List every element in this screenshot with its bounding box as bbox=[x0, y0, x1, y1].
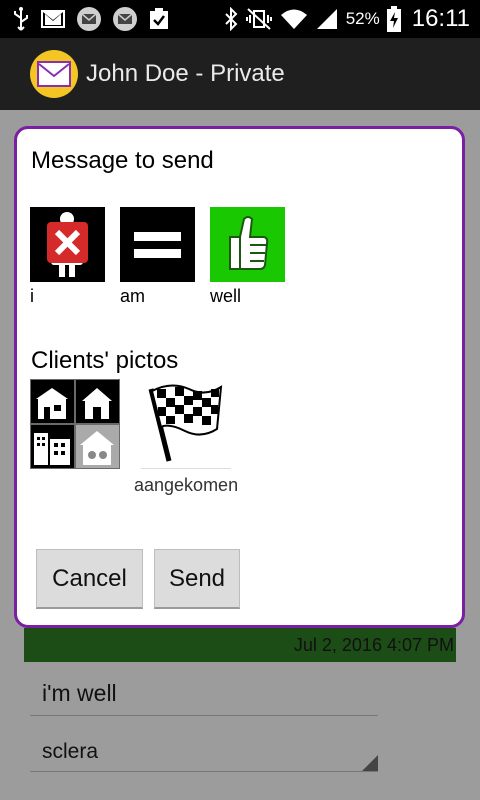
spinner-arrow-icon bbox=[362, 755, 378, 771]
message-date-bar: Jul 2, 2016 4:07 PM bbox=[24, 628, 456, 662]
vibrate-mute-icon bbox=[245, 7, 273, 31]
client-picto[interactable] bbox=[30, 379, 120, 496]
status-bar: 52% 16:11 bbox=[0, 0, 480, 38]
picto-set-spinner[interactable]: sclera bbox=[30, 732, 378, 772]
usb-icon bbox=[12, 6, 30, 32]
cancel-button[interactable]: Cancel bbox=[36, 549, 143, 609]
message-picto[interactable]: am bbox=[120, 207, 195, 307]
clock: 16:11 bbox=[411, 5, 470, 32]
battery-charging-icon bbox=[386, 6, 401, 32]
picto-set-value: sclera bbox=[42, 740, 99, 763]
clipboard-check-icon bbox=[148, 7, 170, 31]
message-date: Jul 2, 2016 4:07 PM bbox=[293, 635, 454, 655]
send-message-dialog: Message to send i am well Clients' picto… bbox=[14, 126, 465, 628]
message-picto[interactable]: well bbox=[210, 207, 285, 307]
envelope-icon[interactable] bbox=[30, 50, 78, 98]
message-text-field[interactable]: i'm well bbox=[30, 670, 378, 716]
battery-percent: 52% bbox=[345, 9, 380, 28]
dialog-button-row: Cancel Send bbox=[36, 549, 240, 609]
mail-icon bbox=[112, 6, 138, 32]
message-picto-label: am bbox=[120, 286, 146, 306]
action-bar: John Doe - Private bbox=[0, 38, 480, 110]
message-picto-label: well bbox=[210, 286, 242, 306]
bluetooth-icon bbox=[224, 7, 238, 31]
client-picto-list: aangekomen bbox=[30, 379, 238, 496]
client-picto[interactable]: aangekomen bbox=[134, 379, 238, 496]
gmail-icon bbox=[40, 8, 66, 30]
wifi-icon bbox=[280, 7, 308, 31]
client-picto-label: aangekomen bbox=[134, 475, 239, 495]
page-title: John Doe - Private bbox=[86, 60, 285, 87]
person-cross-icon bbox=[30, 207, 105, 282]
clients-pictos-title: Clients' pictos bbox=[31, 347, 179, 374]
signal-icon bbox=[315, 7, 339, 31]
buildings-collage-icon bbox=[30, 379, 120, 473]
message-picto[interactable]: i bbox=[30, 207, 105, 307]
dialog-title: Message to send bbox=[31, 147, 214, 174]
thumbs-up-icon bbox=[210, 207, 285, 282]
checkered-flag-icon bbox=[141, 379, 232, 469]
equals-icon bbox=[120, 207, 195, 282]
message-picto-label: i bbox=[30, 286, 34, 306]
message-picto-list: i am well bbox=[30, 207, 285, 307]
mail-icon bbox=[76, 6, 102, 32]
send-button[interactable]: Send bbox=[154, 549, 240, 609]
